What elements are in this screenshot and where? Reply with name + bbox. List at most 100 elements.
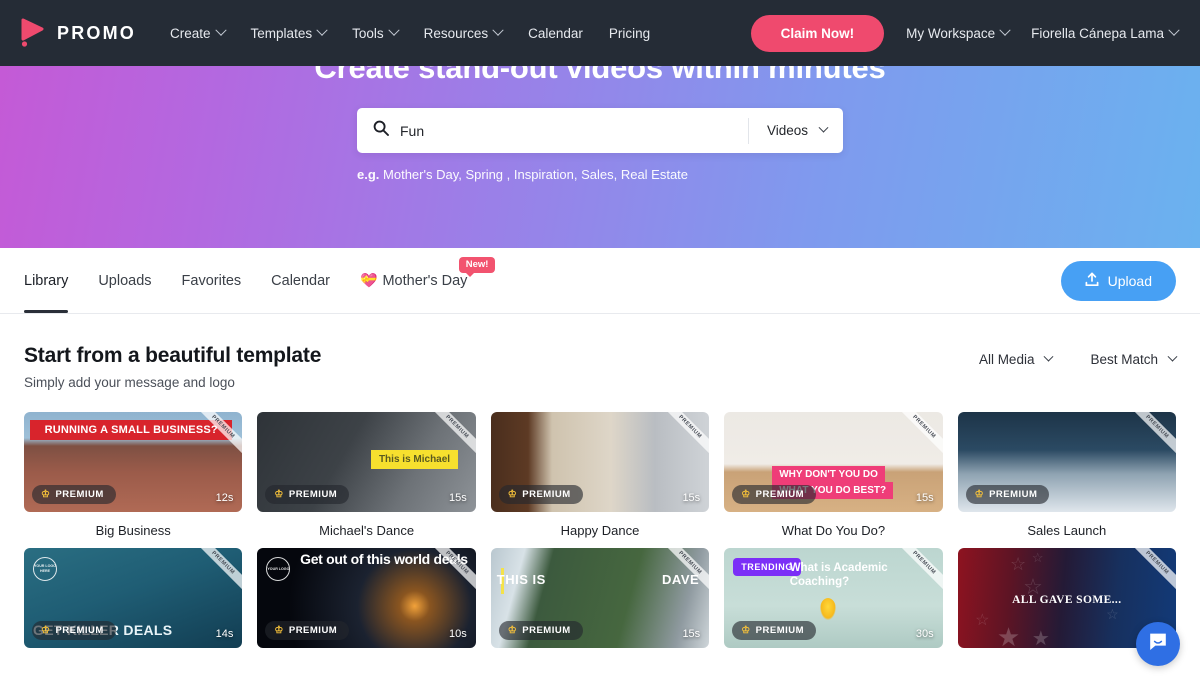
crown-icon: ♔ (741, 490, 750, 500)
premium-ribbon: PREMIUM (887, 548, 943, 604)
duration-label: 10s (449, 628, 467, 640)
template-card[interactable]: WHY DON'T YOU DO WHAT YOU DO BEST? PREMI… (724, 412, 942, 538)
crown-icon: ♔ (41, 626, 50, 636)
template-thumbnail[interactable]: PREMIUM ♔ PREMIUM (958, 412, 1176, 512)
template-thumbnail[interactable]: YOUR LOGO HERE GET KILLER DEALS PREMIUM … (24, 548, 242, 648)
crown-icon: ♔ (508, 626, 517, 636)
premium-ribbon: PREMIUM (1120, 412, 1176, 468)
premium-badge: ♔ PREMIUM (966, 485, 1050, 504)
nav-item-tools[interactable]: Tools (352, 26, 398, 41)
tab-uploads[interactable]: Uploads (98, 248, 151, 313)
premium-badge: ♔ PREMIUM (32, 621, 116, 640)
template-thumbnail[interactable]: TRENDING What is Academic Coaching? PREM… (724, 548, 942, 648)
chevron-down-icon (215, 25, 226, 36)
filter-all-media[interactable]: All Media (979, 352, 1053, 367)
workspace-menu[interactable]: My Workspace (906, 26, 1009, 41)
upload-icon (1085, 272, 1099, 290)
premium-label: PREMIUM (522, 489, 570, 500)
premium-badge: ♔ PREMIUM (499, 485, 583, 504)
workspace-label: My Workspace (906, 26, 995, 41)
examples-prefix: e.g. (357, 167, 379, 182)
search-examples: e.g. Mother's Day, Spring , Inspiration,… (357, 167, 843, 182)
duration-label: 14s (216, 628, 234, 640)
upload-button[interactable]: Upload (1061, 261, 1176, 301)
examples-list[interactable]: Mother's Day, Spring , Inspiration, Sale… (383, 167, 688, 182)
nav-item-calendar[interactable]: Calendar (528, 26, 583, 41)
tab-label: Mother's Day (382, 273, 467, 289)
tab-calendar[interactable]: Calendar (271, 248, 330, 313)
duration-label: 15s (449, 492, 467, 504)
premium-label: PREMIUM (289, 625, 337, 636)
search-type-dropdown[interactable]: Videos (749, 123, 843, 138)
template-card[interactable]: THIS IS DAVE PREMIUM ♔ PREMIUM 15s (491, 548, 709, 648)
template-thumbnail[interactable]: THIS IS DAVE PREMIUM ♔ PREMIUM 15s (491, 548, 709, 648)
tab-label: Favorites (182, 273, 242, 289)
template-thumbnail[interactable]: This is Michael PREMIUM ♔ PREMIUM 15s (257, 412, 475, 512)
nav-item-resources[interactable]: Resources (424, 26, 503, 41)
star-icon: ☆ (1010, 554, 1026, 575)
ribbon-label: PREMIUM (890, 548, 943, 597)
chat-launcher-button[interactable] (1136, 622, 1180, 666)
template-thumbnail[interactable]: WHY DON'T YOU DO WHAT YOU DO BEST? PREMI… (724, 412, 942, 512)
chat-bubble-icon (1147, 631, 1169, 658)
template-card[interactable]: TRENDING What is Academic Coaching? PREM… (724, 548, 942, 648)
navbar-right: Claim Now! My Workspace Fiorella Cánepa … (751, 15, 1178, 52)
chevron-down-icon (819, 123, 829, 133)
template-card[interactable]: PREMIUM ♔ PREMIUM 15s Happy Dance (491, 412, 709, 538)
search-icon (373, 120, 389, 141)
chevron-down-icon (1168, 352, 1178, 362)
star-icon: ★ (1032, 626, 1050, 648)
filter-group: All Media Best Match (979, 344, 1176, 367)
chevron-down-icon (388, 25, 399, 36)
ribbon-label: PREMIUM (189, 412, 242, 461)
ribbon-label: PREMIUM (189, 548, 242, 597)
premium-label: PREMIUM (289, 489, 337, 500)
page-title: Start from a beautiful template (24, 344, 321, 368)
filter-best-match[interactable]: Best Match (1090, 352, 1176, 367)
template-thumbnail[interactable]: RUNNING A SMALL BUSINESS? PREMIUM ♔ PREM… (24, 412, 242, 512)
nav-item-templates[interactable]: Templates (251, 26, 327, 41)
premium-ribbon: PREMIUM (186, 412, 242, 468)
template-card[interactable]: PREMIUM ♔ PREMIUM Sales Launch (958, 412, 1176, 538)
premium-badge: ♔ PREMIUM (732, 621, 816, 640)
template-thumbnail[interactable]: YOUR LOGO Get out of this world deals PR… (257, 548, 475, 648)
tab-favorites[interactable]: Favorites (182, 248, 242, 313)
nav-item-pricing[interactable]: Pricing (609, 26, 650, 41)
tab-mothers-day[interactable]: 💝 Mother's Day New! (360, 248, 467, 313)
brand-name: PROMO (57, 23, 136, 44)
premium-label: PREMIUM (756, 489, 804, 500)
template-title: Sales Launch (958, 523, 1176, 538)
nav-label: Calendar (528, 26, 583, 41)
heart-gift-icon: 💝 (360, 272, 377, 289)
search-bar: Videos (357, 108, 843, 153)
premium-badge: ♔ PREMIUM (265, 621, 349, 640)
account-menu[interactable]: Fiorella Cánepa Lama (1031, 26, 1178, 41)
tab-library[interactable]: Library (24, 248, 68, 313)
template-card[interactable]: YOUR LOGO Get out of this world deals PR… (257, 548, 475, 648)
template-thumbnail[interactable]: PREMIUM ♔ PREMIUM 15s (491, 412, 709, 512)
star-icon: ☆ (1032, 550, 1044, 566)
section-header: Start from a beautiful template Simply a… (24, 344, 1176, 390)
filter-label: All Media (979, 352, 1035, 367)
premium-badge: ♔ PREMIUM (499, 621, 583, 640)
template-title: Happy Dance (491, 523, 709, 538)
top-navbar: PROMO Create Templates Tools Resources C… (0, 0, 1200, 66)
crown-icon: ♔ (274, 626, 283, 636)
template-card[interactable]: This is Michael PREMIUM ♔ PREMIUM 15s Mi… (257, 412, 475, 538)
chevron-down-icon (1044, 352, 1054, 362)
template-card[interactable]: RUNNING A SMALL BUSINESS? PREMIUM ♔ PREM… (24, 412, 242, 538)
tab-list: Library Uploads Favorites Calendar 💝 Mot… (24, 248, 467, 313)
premium-label: PREMIUM (522, 625, 570, 636)
search-input[interactable] (400, 123, 748, 139)
ribbon-label: PREMIUM (890, 412, 943, 461)
chevron-down-icon (1000, 25, 1011, 36)
brand-logo[interactable]: PROMO (20, 18, 136, 48)
template-card[interactable]: YOUR LOGO HERE GET KILLER DEALS PREMIUM … (24, 548, 242, 648)
section-heading-group: Start from a beautiful template Simply a… (24, 344, 321, 390)
claim-now-button[interactable]: Claim Now! (751, 15, 885, 52)
account-label: Fiorella Cánepa Lama (1031, 26, 1164, 41)
nav-item-create[interactable]: Create (170, 26, 225, 41)
nav-label: Pricing (609, 26, 650, 41)
crown-icon: ♔ (741, 626, 750, 636)
ribbon-label: PREMIUM (1123, 548, 1176, 597)
